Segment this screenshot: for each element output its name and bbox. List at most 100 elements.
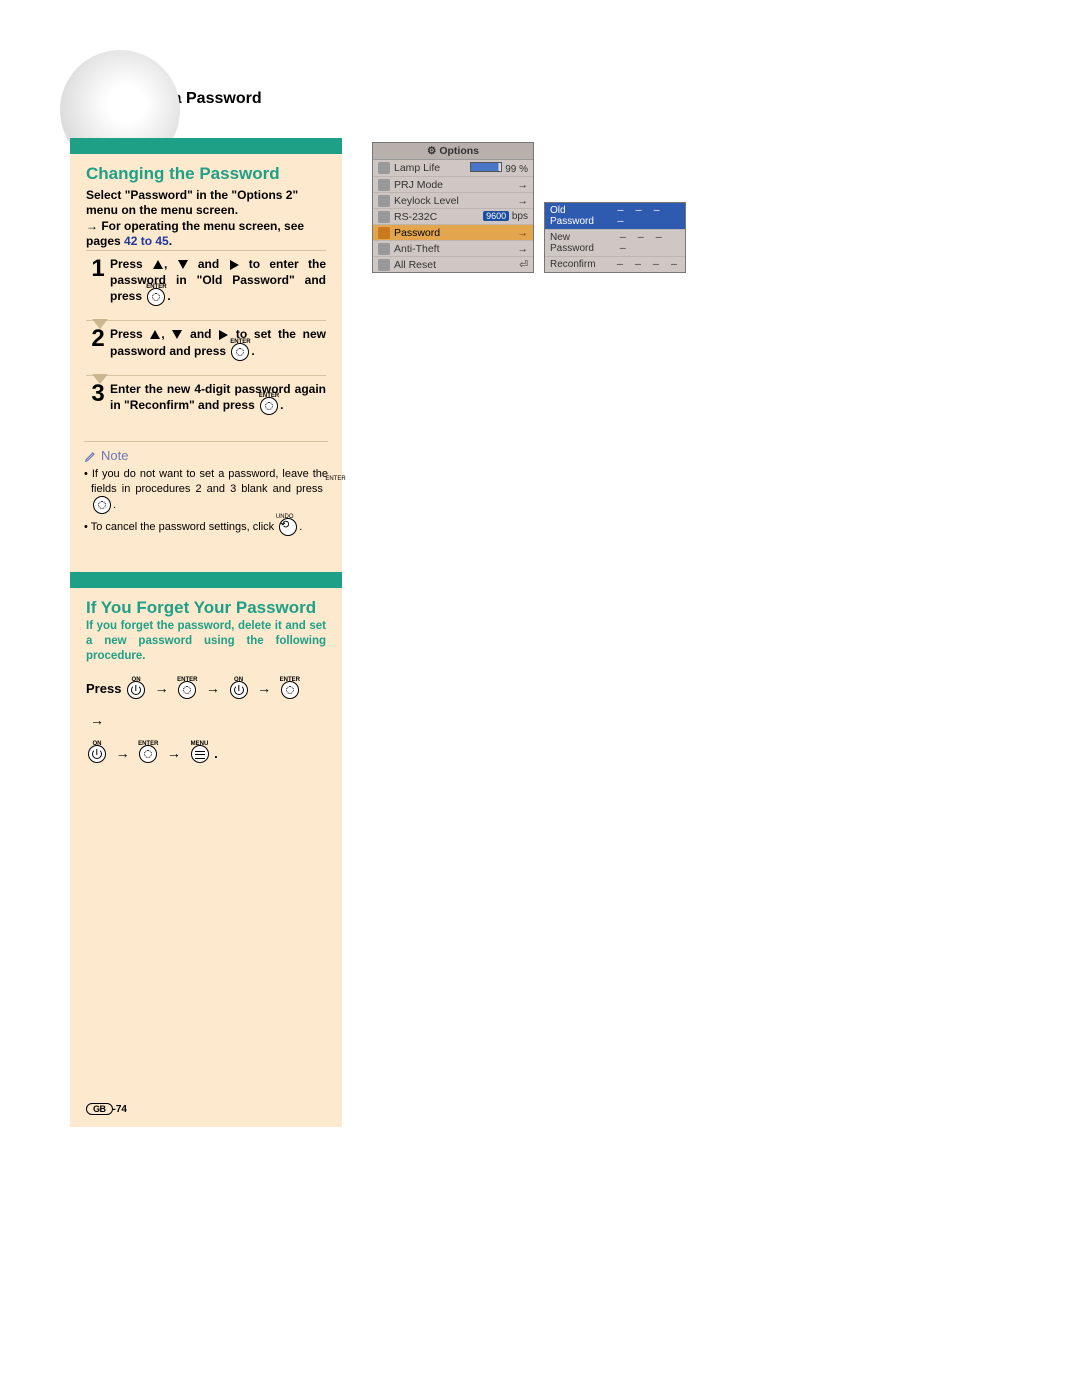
t: Keylock Level: [394, 195, 459, 207]
note-list: If you do not want to set a password, le…: [84, 467, 328, 536]
page-number: -74: [113, 1104, 127, 1115]
enter-button-icon: [260, 397, 278, 415]
serial-icon: [378, 211, 390, 223]
section-bar: [70, 572, 342, 588]
section-bar: [70, 138, 342, 154]
t: .: [280, 398, 283, 412]
t: Press: [110, 257, 152, 271]
enter-button-icon: [93, 496, 111, 514]
shield-icon: [378, 243, 390, 255]
intro-line1: Select "Password" in the "Options 2" men…: [86, 188, 298, 218]
undo-button-icon: [279, 518, 297, 536]
baud-badge: 9600: [483, 211, 509, 221]
t: Anti-Theft: [394, 243, 440, 255]
page-link-42-45[interactable]: 42 to 45: [124, 234, 169, 248]
page-title: Setting up a Password: [90, 90, 1010, 108]
pencil-icon: [84, 449, 98, 463]
lock-icon: [378, 195, 390, 207]
right-arrow-icon: [230, 260, 239, 270]
chevron-right-icon: →: [518, 179, 529, 191]
t: RS-232C: [394, 211, 437, 223]
t: To cancel the password settings, click: [91, 521, 277, 533]
right-column: ⚙ Options Lamp Life 99 % PRJ Mode →: [372, 138, 1010, 273]
enter-button-icon: [147, 288, 165, 306]
page-footer: GB-74: [70, 1101, 342, 1127]
step-number: 1: [86, 257, 110, 281]
enter-button-icon: [139, 745, 157, 763]
up-arrow-icon: [153, 260, 163, 269]
reset-icon: [378, 259, 390, 271]
intro-text: Select "Password" in the "Options 2" men…: [86, 188, 326, 250]
arrow-icon: →: [155, 680, 169, 696]
step-1: 1 Press , and to enter the password in "…: [86, 250, 326, 320]
chevron-right-icon: →: [518, 227, 529, 239]
chevron-right-icon: →: [518, 243, 529, 255]
section-title-forget: If You Forget Your Password: [86, 598, 326, 618]
t: .: [251, 344, 254, 358]
t: Old Password: [550, 205, 612, 227]
t: bps: [512, 211, 528, 222]
section-title-changing: Changing the Password: [86, 164, 326, 184]
osd-row-password: Password →: [373, 225, 533, 241]
progress-bar: [470, 162, 502, 172]
region-code: GB: [86, 1103, 113, 1115]
osd-row-anti-theft: Anti-Theft →: [373, 241, 533, 257]
t: Press: [110, 327, 149, 341]
arrow-icon: →: [206, 680, 220, 696]
osd-options-menu: ⚙ Options Lamp Life 99 % PRJ Mode →: [372, 142, 534, 273]
osd2-reconfirm: Reconfirm – – – –: [545, 257, 685, 272]
t: .: [113, 499, 116, 511]
note-box: Note If you do not want to set a passwor…: [70, 441, 342, 550]
intro-line2-post: .: [169, 234, 172, 248]
right-arrow-icon: [219, 330, 228, 340]
password-mask: – – – –: [620, 232, 680, 254]
key-icon: [378, 227, 390, 239]
osd-row-prj-mode: PRJ Mode →: [373, 177, 533, 193]
enter-button-icon: [231, 343, 249, 361]
osd-row-lamp-life: Lamp Life 99 %: [373, 160, 533, 177]
menu-button-icon: [191, 745, 209, 763]
t: Enter the new 4-digit password again in …: [110, 382, 326, 413]
osd-title: ⚙ Options: [373, 143, 533, 160]
note-item-2: To cancel the password settings, click U…: [84, 518, 328, 536]
osd2-old-password: Old Password – – – –: [545, 203, 685, 230]
t: .: [167, 289, 170, 303]
t: Options: [439, 145, 479, 157]
arrow-icon: →: [116, 745, 130, 761]
note-label: Note: [101, 448, 128, 463]
t: All Reset: [394, 259, 436, 271]
up-arrow-icon: [150, 330, 160, 339]
enter-label: ENTER: [328, 476, 350, 482]
down-arrow-icon: [178, 260, 188, 269]
osd2-new-password: New Password – – – –: [545, 230, 685, 257]
t: Password: [394, 227, 440, 239]
t: Lamp Life: [394, 162, 440, 174]
step-3-text: Enter the new 4-digit password again in …: [110, 382, 326, 416]
arrow-icon: →: [167, 745, 181, 761]
osd-row-keylock: Keylock Level →: [373, 193, 533, 209]
t: If you do not want to set a password, le…: [91, 468, 328, 494]
t: .: [299, 521, 302, 533]
press-label: Press: [86, 681, 121, 696]
osd-row-all-reset: All Reset ⏎: [373, 257, 533, 272]
t: PRJ Mode: [394, 179, 443, 191]
step-3: 3 Enter the new 4-digit password again i…: [86, 375, 326, 430]
step-2: 2 Press , and to set the new password an…: [86, 320, 326, 375]
step-number: 2: [86, 327, 110, 351]
osd-password-entry: Old Password – – – – New Password – – – …: [544, 202, 686, 273]
prj-icon: [378, 179, 390, 191]
on-button-icon: [127, 681, 145, 699]
enter-mark-icon: ⏎: [519, 259, 528, 271]
password-mask: – – – –: [618, 205, 680, 227]
enter-button-icon: [178, 681, 196, 699]
on-button-icon: [230, 681, 248, 699]
enter-button-icon: [281, 681, 299, 699]
t: %: [519, 164, 528, 175]
arrow-icon: →: [257, 680, 271, 696]
button-sequence: Press ON → ENTER → ON → ENTER → ON → ENT…: [86, 672, 326, 769]
left-column: Changing the Password Select "Password" …: [70, 138, 342, 1127]
forget-intro: If you forget the password, delete it an…: [86, 619, 326, 664]
down-arrow-icon: [172, 330, 182, 339]
lamp-icon: [378, 162, 390, 174]
chevron-right-icon: →: [518, 195, 529, 207]
